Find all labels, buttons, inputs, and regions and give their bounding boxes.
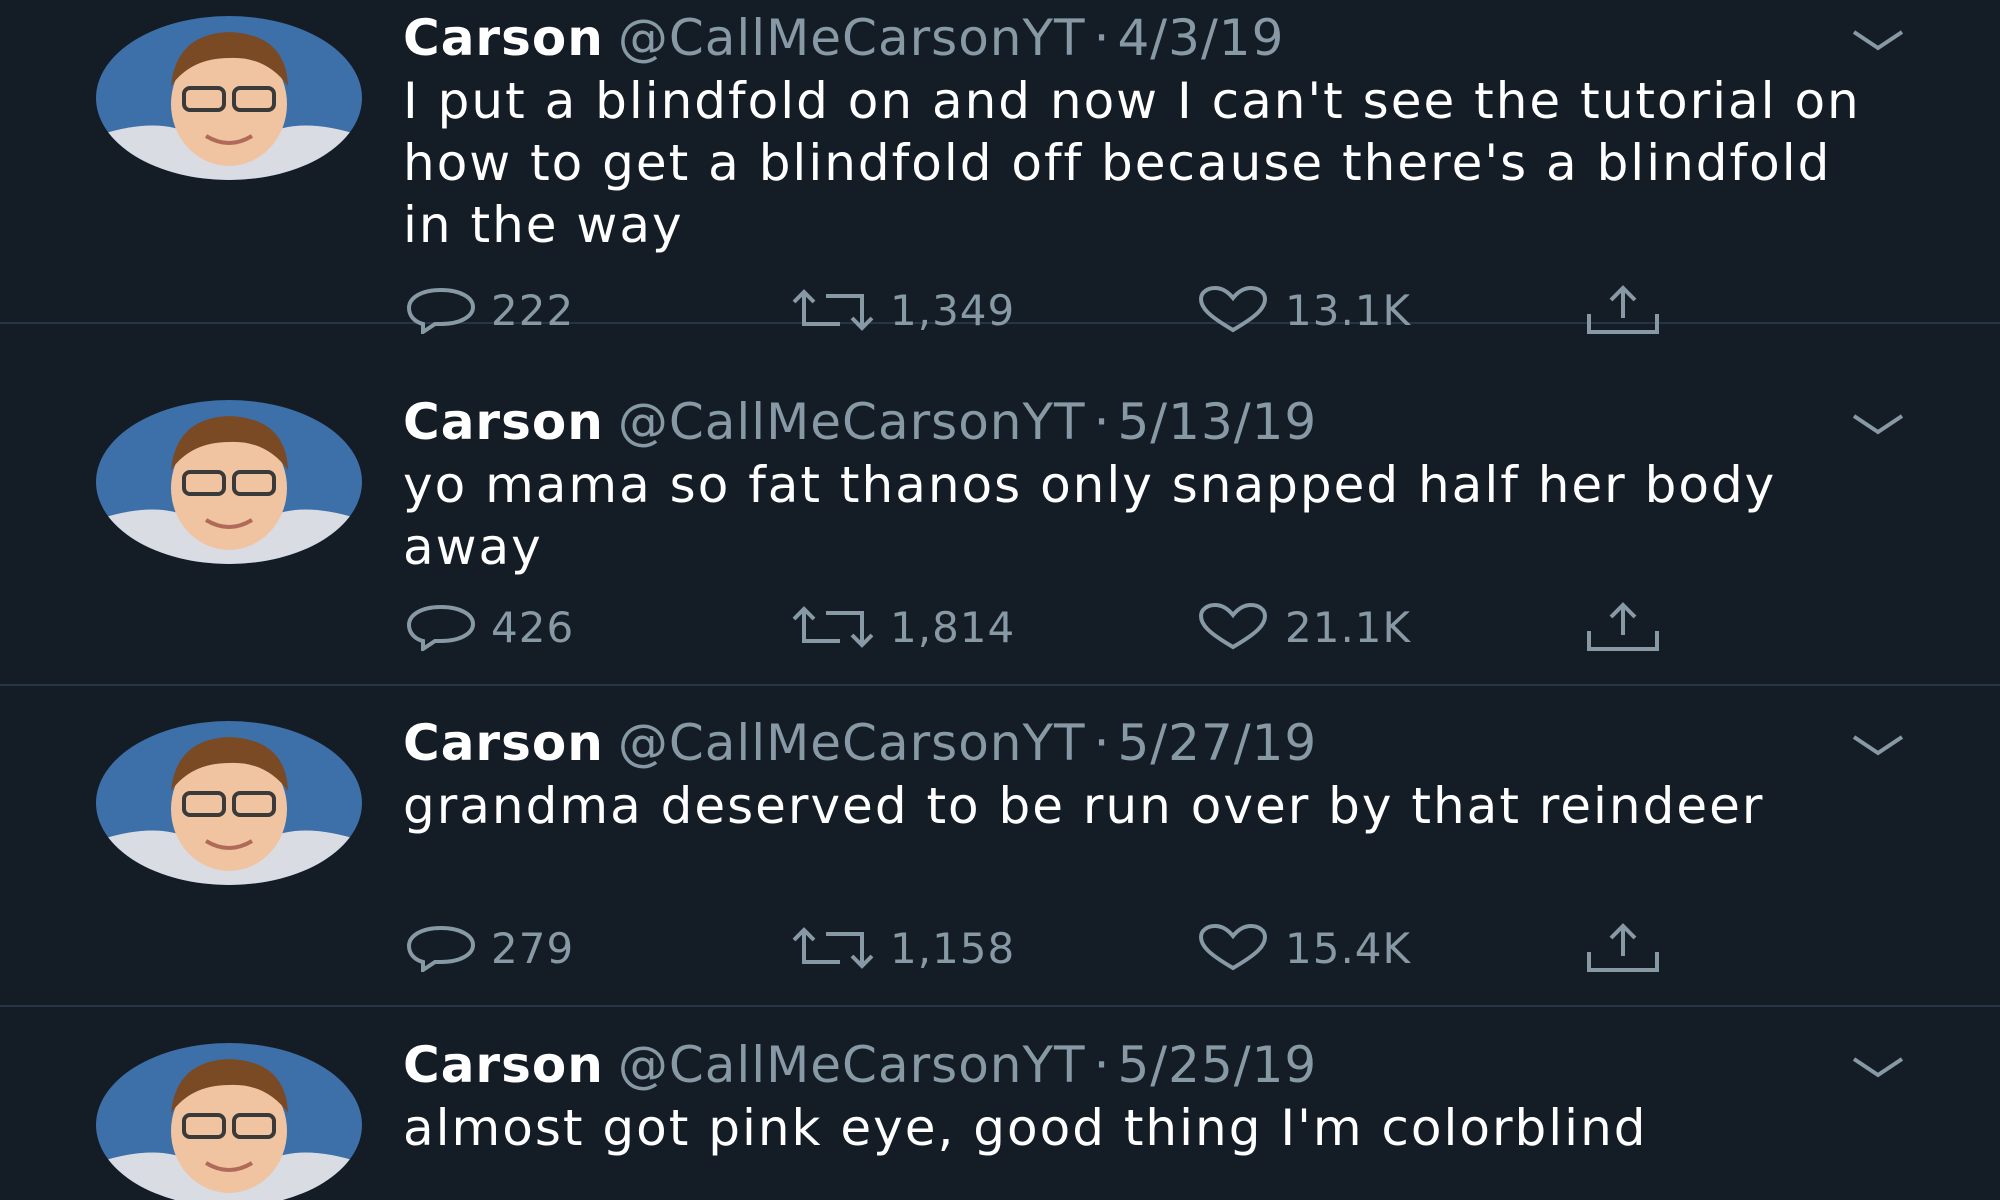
- retweet-icon: [792, 927, 874, 969]
- like-icon: [1198, 924, 1268, 971]
- tweet-date[interactable]: 5/27/19: [1117, 714, 1317, 772]
- timeline: Carson @CallMeCarsonYT · 4/3/19 I put a bli…: [0, 0, 2000, 1200]
- tweet[interactable]: Carson @CallMeCarsonYT · 5/13/19 yo mama so…: [0, 384, 2000, 686]
- caret-down-icon[interactable]: [1850, 410, 1906, 438]
- caret-down-icon[interactable]: [1850, 731, 1906, 759]
- share-icon: [1587, 923, 1659, 972]
- reply-button[interactable]: 222: [405, 280, 574, 340]
- tweet-actions: 426 1,814 21.1K: [405, 597, 1705, 657]
- reply-icon: [406, 925, 476, 972]
- retweet-button[interactable]: 1,814: [790, 597, 1015, 657]
- like-button[interactable]: 13.1K: [1195, 280, 1411, 340]
- dot-separator: ·: [1093, 714, 1110, 772]
- tweet[interactable]: Carson @CallMeCarsonYT · 4/3/19 I put a bli…: [0, 0, 2000, 335]
- retweet-icon: [792, 289, 874, 331]
- retweet-button[interactable]: 1,158: [790, 918, 1015, 978]
- retweet-count: 1,814: [890, 602, 1016, 652]
- author-name[interactable]: Carson: [403, 393, 604, 451]
- avatar[interactable]: [96, 721, 362, 885]
- avatar[interactable]: [96, 400, 362, 564]
- tweet[interactable]: Carson @CallMeCarsonYT · 5/27/19 grandma de…: [0, 705, 2000, 1007]
- tweet[interactable]: Carson @CallMeCarsonYT · 5/25/19 almost got…: [0, 1027, 2000, 1200]
- like-count: 13.1K: [1285, 285, 1412, 335]
- reply-count: 426: [491, 602, 575, 652]
- share-button[interactable]: [1585, 918, 1661, 978]
- reply-icon: [406, 604, 476, 651]
- author-handle[interactable]: @CallMeCarsonYT: [618, 9, 1086, 67]
- retweet-count: 1,349: [890, 285, 1016, 335]
- share-icon: [1587, 602, 1659, 651]
- share-button[interactable]: [1585, 597, 1661, 657]
- tweet-text: grandma deserved to be run over by that …: [403, 777, 1765, 835]
- like-icon: [1198, 603, 1268, 650]
- tweet-text: yo mama so fat thanos only snapped half …: [403, 456, 1777, 576]
- reply-icon: [406, 287, 476, 334]
- reply-count: 279: [491, 923, 575, 973]
- author-handle[interactable]: @CallMeCarsonYT: [618, 1036, 1086, 1094]
- retweet-count: 1,158: [890, 923, 1016, 973]
- tweet-date[interactable]: 5/25/19: [1117, 1036, 1317, 1094]
- like-button[interactable]: 15.4K: [1195, 918, 1411, 978]
- author-name[interactable]: Carson: [403, 1036, 604, 1094]
- avatar[interactable]: [96, 16, 362, 180]
- caret-down-icon[interactable]: [1850, 1053, 1906, 1081]
- like-icon: [1198, 286, 1268, 333]
- tweet-text: almost got pink eye, good thing I'm colo…: [403, 1099, 1648, 1157]
- like-count: 21.1K: [1285, 602, 1412, 652]
- reply-button[interactable]: 279: [405, 918, 574, 978]
- retweet-icon: [792, 606, 874, 648]
- tweet-header: Carson @CallMeCarsonYT · 4/3/19: [403, 6, 1284, 70]
- share-button[interactable]: [1585, 280, 1661, 340]
- tweet-text: I put a blindfold on and now I can't see…: [403, 72, 1861, 254]
- tweet-header: Carson @CallMeCarsonYT · 5/13/19: [403, 390, 1317, 454]
- author-name[interactable]: Carson: [403, 9, 604, 67]
- tweet-actions: 222 1,349 13.1K: [405, 280, 1705, 340]
- author-handle[interactable]: @CallMeCarsonYT: [618, 714, 1086, 772]
- reply-count: 222: [491, 285, 575, 335]
- reply-button[interactable]: 426: [405, 597, 574, 657]
- avatar[interactable]: [96, 1043, 362, 1200]
- tweet-header: Carson @CallMeCarsonYT · 5/25/19: [403, 1033, 1317, 1097]
- author-handle[interactable]: @CallMeCarsonYT: [618, 393, 1086, 451]
- tweet-actions: 279 1,158 15.4K: [405, 918, 1705, 978]
- dot-separator: ·: [1093, 9, 1110, 67]
- like-count: 15.4K: [1285, 923, 1412, 973]
- tweet-header: Carson @CallMeCarsonYT · 5/27/19: [403, 711, 1317, 775]
- dot-separator: ·: [1093, 393, 1110, 451]
- tweet-date[interactable]: 4/3/19: [1117, 9, 1284, 67]
- caret-down-icon[interactable]: [1850, 26, 1906, 54]
- dot-separator: ·: [1093, 1036, 1110, 1094]
- author-name[interactable]: Carson: [403, 714, 604, 772]
- retweet-button[interactable]: 1,349: [790, 280, 1015, 340]
- tweet-date[interactable]: 5/13/19: [1117, 393, 1317, 451]
- share-icon: [1587, 285, 1659, 334]
- like-button[interactable]: 21.1K: [1195, 597, 1411, 657]
